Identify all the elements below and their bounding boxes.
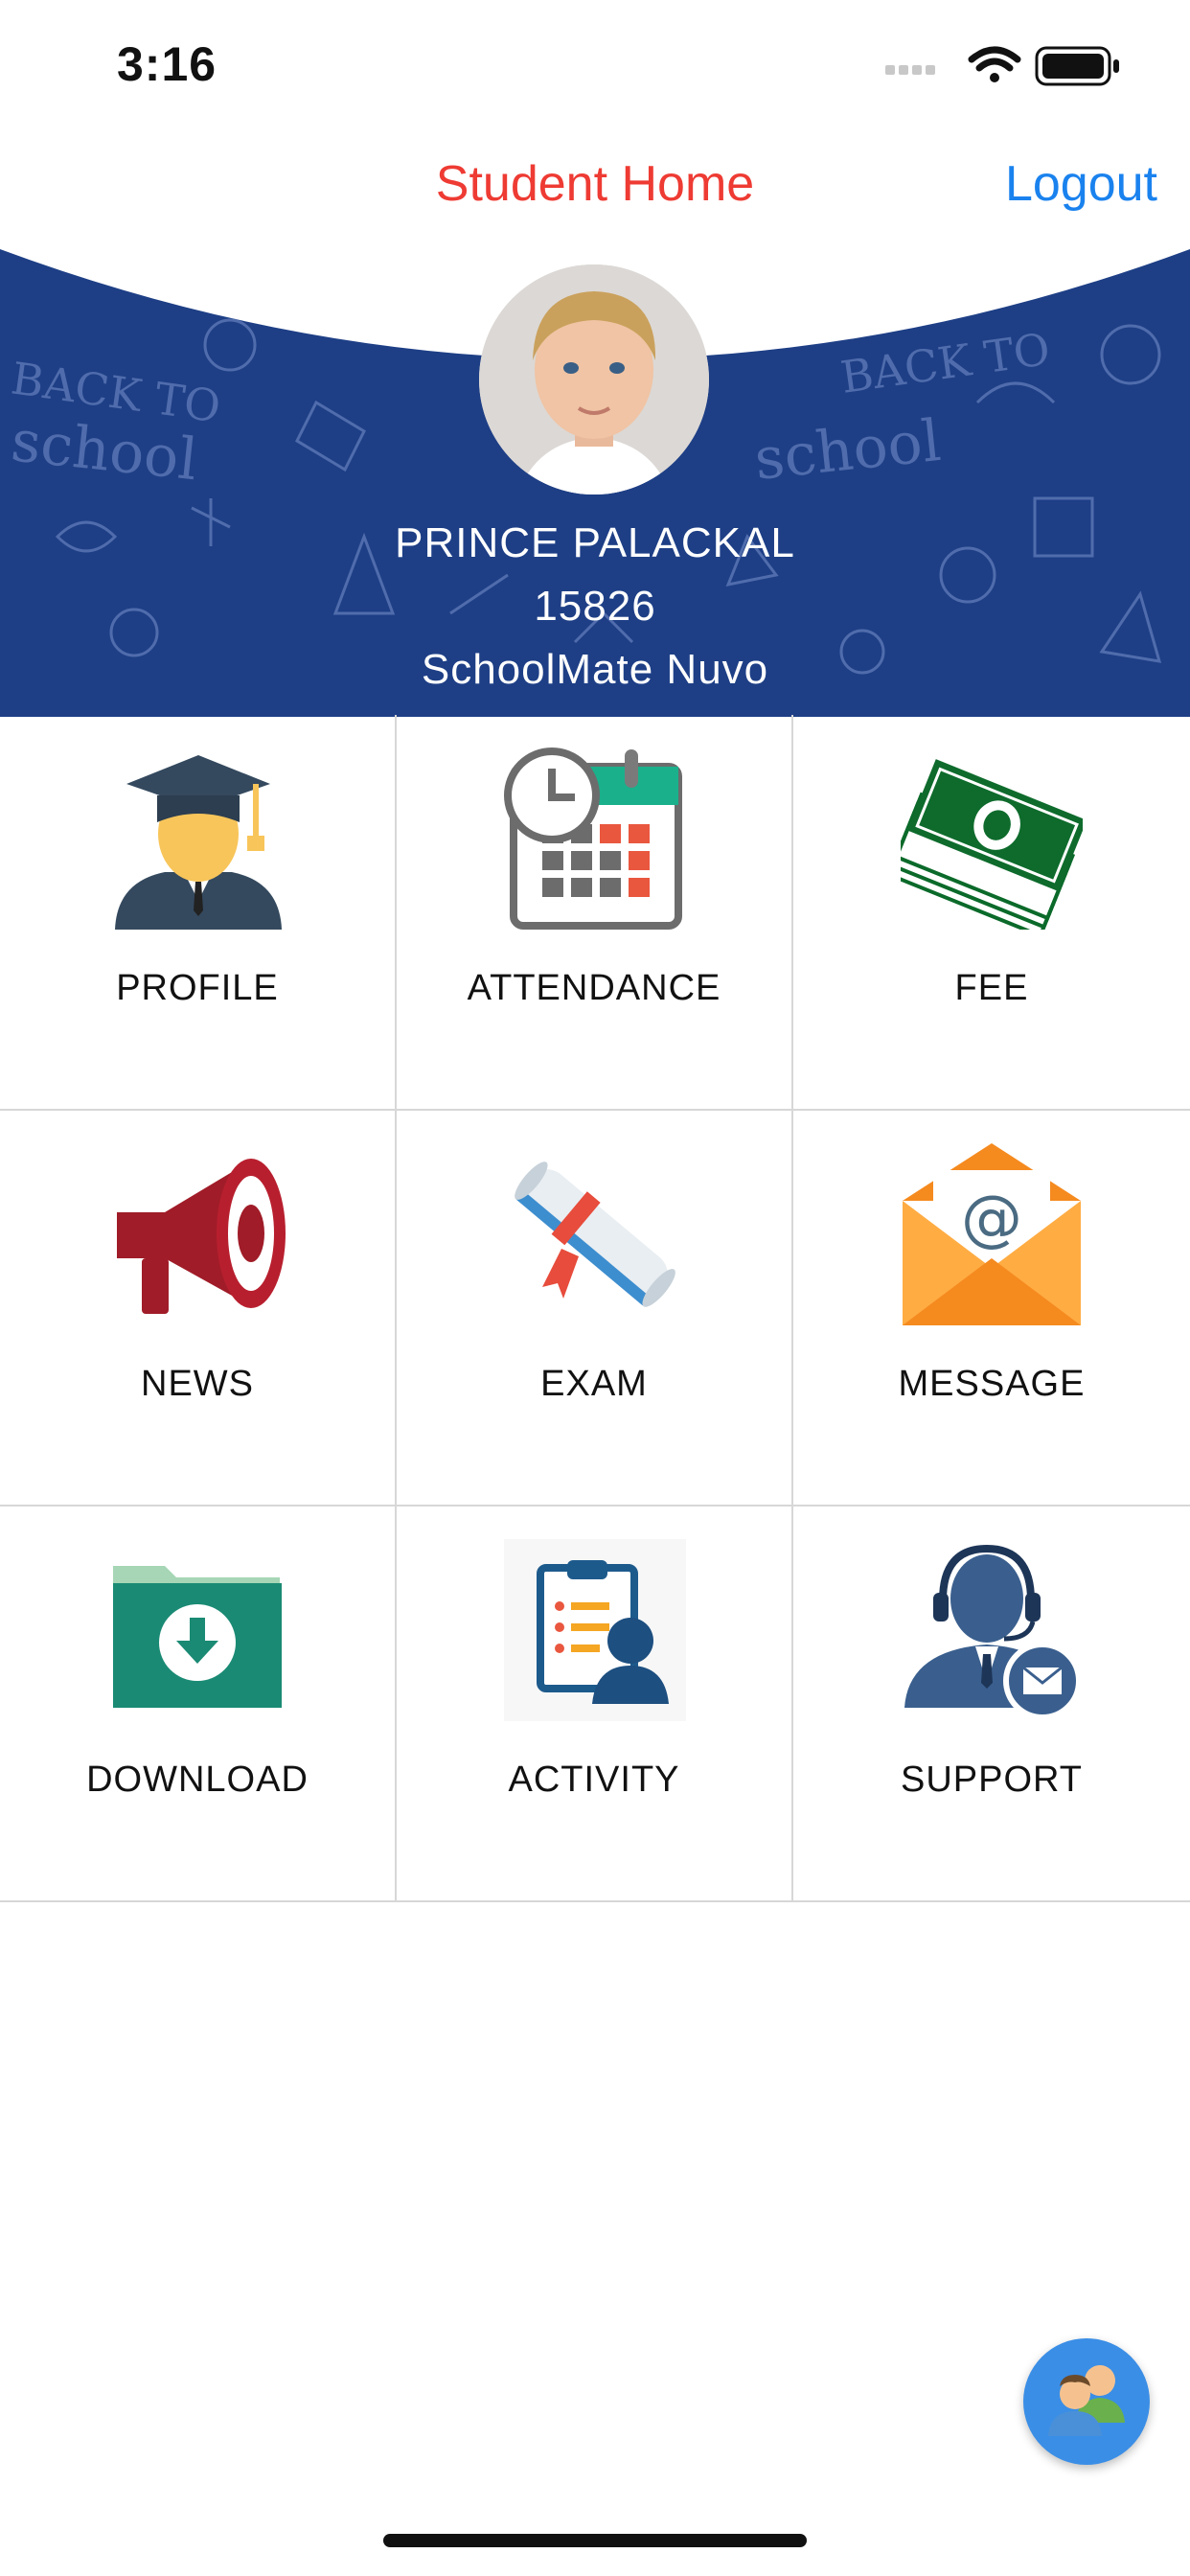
- signal-icon: [885, 65, 935, 75]
- menu-label: DOWNLOAD: [86, 1760, 309, 1800]
- menu-item-download[interactable]: DOWNLOAD: [0, 1506, 397, 1902]
- status-icons: [885, 46, 1119, 86]
- calendar-clock-icon: [504, 748, 682, 930]
- menu-label: FEE: [954, 968, 1029, 1008]
- menu-item-fee[interactable]: FEE: [793, 715, 1190, 1111]
- megaphone-icon: [117, 1159, 286, 1314]
- menu-grid: PROFILE ATTENDANCE FEE NEWS EXAM @ MESSA…: [0, 715, 1190, 1903]
- menu-item-profile[interactable]: PROFILE: [0, 715, 397, 1111]
- student-id: 15826: [534, 583, 656, 630]
- menu-label: EXAM: [540, 1364, 648, 1404]
- menu-item-attendance[interactable]: ATTENDANCE: [397, 715, 793, 1111]
- school-name: SchoolMate Nuvo: [421, 646, 769, 693]
- student-avatar: [479, 264, 709, 494]
- home-indicator: [383, 2534, 807, 2547]
- menu-item-news[interactable]: NEWS: [0, 1111, 397, 1506]
- clipboard-person-icon: [504, 1539, 686, 1721]
- status-time: 3:16: [117, 37, 217, 91]
- menu-label: ACTIVITY: [508, 1760, 680, 1800]
- menu-label: PROFILE: [116, 968, 279, 1008]
- menu-label: SUPPORT: [900, 1760, 1083, 1800]
- envelope-at-icon: @: [903, 1143, 1081, 1325]
- wifi-icon: [968, 46, 1021, 82]
- profile-banner: BACK TO school BACK TO school PRINCE PAL…: [0, 249, 1190, 717]
- support-agent-icon: [904, 1544, 1082, 1720]
- graduate-icon: [115, 755, 282, 930]
- battery-icon: [1035, 46, 1119, 86]
- menu-label: NEWS: [141, 1364, 254, 1404]
- svg-text:@: @: [961, 1184, 1022, 1254]
- nav-bar: Student Home Logout: [0, 126, 1190, 253]
- contacts-fab-button[interactable]: [1023, 2338, 1150, 2465]
- menu-item-activity[interactable]: ACTIVITY: [397, 1506, 793, 1902]
- logout-button[interactable]: Logout: [1005, 155, 1157, 213]
- status-bar: 3:16: [0, 0, 1190, 126]
- menu-item-message[interactable]: @ MESSAGE: [793, 1111, 1190, 1506]
- menu-label: ATTENDANCE: [467, 968, 721, 1008]
- menu-item-support[interactable]: SUPPORT: [793, 1506, 1190, 1902]
- menu-item-exam[interactable]: EXAM: [397, 1111, 793, 1506]
- student-name: PRINCE PALACKAL: [395, 519, 795, 566]
- users-icon: [1048, 2365, 1125, 2436]
- menu-label: MESSAGE: [898, 1364, 1086, 1404]
- money-stack-icon: [901, 759, 1083, 930]
- download-folder-icon: [113, 1566, 282, 1708]
- diploma-scroll-icon: [515, 1162, 675, 1307]
- student-info: PRINCE PALACKAL 15826 SchoolMate Nuvo: [0, 512, 1190, 702]
